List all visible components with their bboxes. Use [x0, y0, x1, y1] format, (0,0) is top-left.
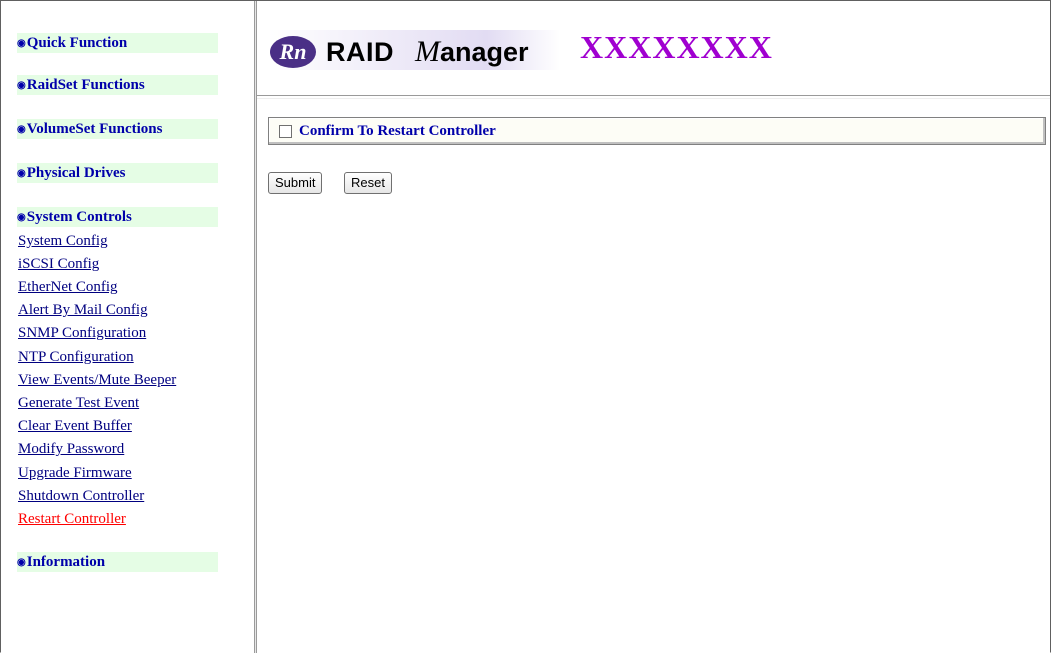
link-restart-controller[interactable]: Restart Controller: [18, 509, 126, 529]
bullet-icon: ◉: [17, 80, 26, 91]
link-ntp-configuration[interactable]: NTP Configuration: [18, 347, 134, 367]
confirm-restart-checkbox[interactable]: [279, 125, 292, 138]
link-clear-event-buffer[interactable]: Clear Event Buffer: [18, 416, 132, 436]
link-iscsi-config[interactable]: iSCSI Config: [18, 254, 99, 274]
raid-manager-logo: Rn RAID Manager: [268, 30, 560, 70]
logo-mark-icon: Rn: [270, 36, 316, 68]
link-ethernet-config[interactable]: EtherNet Config: [18, 277, 118, 297]
link-generate-test-event[interactable]: Generate Test Event: [18, 393, 139, 413]
link-shutdown-controller[interactable]: Shutdown Controller: [18, 486, 144, 506]
section-system-controls[interactable]: ◉System Controls: [17, 207, 218, 227]
confirm-restart-label[interactable]: Confirm To Restart Controller: [299, 121, 496, 141]
bullet-icon: ◉: [17, 212, 26, 223]
bullet-icon: ◉: [17, 38, 26, 49]
submit-button[interactable]: Submit: [268, 172, 323, 194]
bullet-icon: ◉: [17, 557, 26, 568]
link-upgrade-firmware[interactable]: Upgrade Firmware: [18, 463, 132, 483]
section-raidset-functions[interactable]: ◉RaidSet Functions: [17, 75, 218, 95]
link-alert-by-mail-config[interactable]: Alert By Mail Config: [18, 300, 148, 320]
bullet-icon: ◉: [17, 168, 26, 179]
link-modify-password[interactable]: Modify Password: [18, 439, 124, 459]
logo-text-manager: Manager: [415, 35, 529, 68]
link-snmp-configuration[interactable]: SNMP Configuration: [18, 323, 146, 343]
confirm-restart-row: Confirm To Restart Controller: [268, 117, 1046, 145]
sidebar-menu: ◉Quick Function ◉RaidSet Functions ◉Volu…: [1, 1, 254, 653]
section-volumeset-functions[interactable]: ◉VolumeSet Functions: [17, 119, 218, 139]
section-information[interactable]: ◉Information: [17, 552, 218, 572]
logo-text-raid: RAID: [326, 37, 394, 67]
section-physical-drives[interactable]: ◉Physical Drives: [17, 163, 218, 183]
section-quick-function[interactable]: ◉Quick Function: [17, 33, 218, 53]
reset-button[interactable]: Reset: [344, 172, 392, 194]
link-view-events-mute-beeper[interactable]: View Events/Mute Beeper: [18, 370, 176, 390]
bullet-icon: ◉: [17, 124, 26, 135]
controller-model-name: XXXXXXXX: [580, 29, 773, 65]
link-system-config[interactable]: System Config: [18, 231, 108, 251]
header-divider: [257, 95, 1050, 99]
